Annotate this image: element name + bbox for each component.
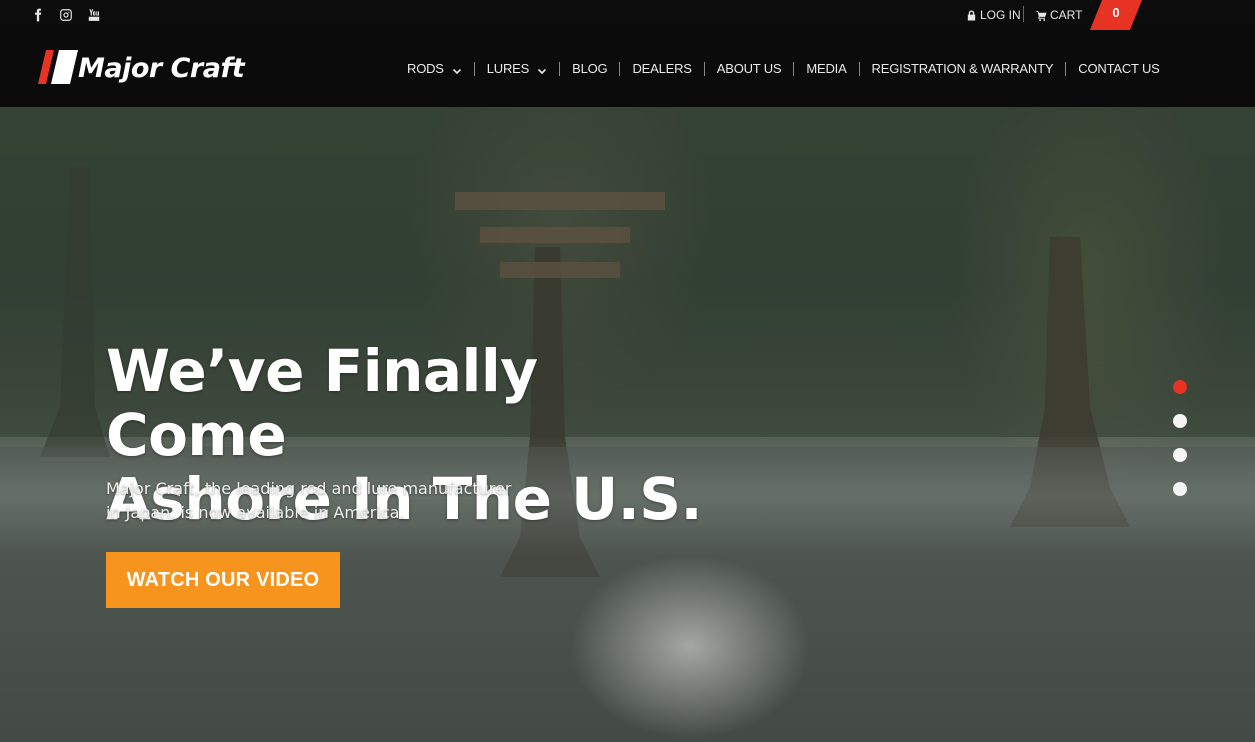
nav-item-lures[interactable]: LURES <box>487 59 547 79</box>
nav-item-label: REGISTRATION & WARRANTY <box>871 61 1054 76</box>
cart-count-value: 0 <box>1112 5 1120 20</box>
main-header: Major Craft RODS LURES BLOG DEALERS ABOU… <box>0 30 1255 107</box>
site-logo[interactable]: Major Craft <box>38 50 340 88</box>
slider-dot-4[interactable] <box>1173 482 1187 496</box>
nav-item-label: DEALERS <box>632 61 692 76</box>
nav-item-label: MEDIA <box>806 61 847 76</box>
cart-icon <box>1036 10 1047 21</box>
hero-slider: We’ve Finally Come Ashore In The U.S. Ma… <box>0 107 1255 742</box>
main-nav: RODS LURES BLOG DEALERS ABOUT US MEDIA R… <box>407 30 1160 107</box>
nav-item-label: RODS <box>407 61 444 76</box>
nav-item-label: LURES <box>486 61 530 76</box>
nav-item-label: CONTACT US <box>1078 61 1160 76</box>
slider-dot-2[interactable] <box>1173 414 1187 428</box>
nav-divider <box>1065 61 1067 76</box>
nav-item-contact-us[interactable]: CONTACT US <box>1078 59 1160 79</box>
nav-item-blog[interactable]: BLOG <box>572 59 608 79</box>
nav-divider <box>858 61 860 76</box>
nav-item-label: BLOG <box>572 61 608 76</box>
hero-title-line: We’ve Finally Come <box>106 337 538 469</box>
login-link[interactable]: LOG IN <box>966 0 1021 30</box>
instagram-icon[interactable] <box>58 7 74 23</box>
chevron-down-icon <box>452 64 462 74</box>
slider-pagination <box>1173 380 1187 496</box>
lock-icon <box>967 9 976 21</box>
login-label: LOG IN <box>980 8 1021 22</box>
hero-subtitle: Major Craft, the leading rod and lure ma… <box>106 477 526 525</box>
nav-item-about-us[interactable]: ABOUT US <box>717 59 782 79</box>
nav-item-label: ABOUT US <box>716 61 782 76</box>
nav-divider <box>703 61 705 76</box>
slider-dot-3[interactable] <box>1173 448 1187 462</box>
chevron-down-icon <box>537 64 547 74</box>
hero-subtitle-line: Major Craft, the leading rod and lure ma… <box>106 479 512 498</box>
watch-video-button[interactable]: WATCH OUR VIDEO <box>106 552 340 608</box>
social-links <box>30 0 102 30</box>
nav-divider <box>793 61 795 76</box>
nav-item-media[interactable]: MEDIA <box>806 59 846 79</box>
nav-item-rods[interactable]: RODS <box>407 59 462 79</box>
nav-item-registration-warranty[interactable]: REGISTRATION & WARRANTY <box>872 59 1054 79</box>
top-utility-bar: LOG IN CART 0 <box>0 0 1255 30</box>
cart-label: CART <box>1050 8 1083 22</box>
nav-divider <box>473 61 475 76</box>
slider-dot-1[interactable] <box>1173 380 1187 394</box>
logo-text: Major Craft <box>78 53 245 84</box>
nav-item-dealers[interactable]: DEALERS <box>632 59 691 79</box>
nav-divider <box>559 61 561 76</box>
cart-link[interactable]: CART <box>1036 0 1082 30</box>
hero-subtitle-line: in Japan, is now available in America. <box>106 503 405 522</box>
nav-divider <box>619 61 621 76</box>
facebook-icon[interactable] <box>30 7 46 23</box>
utility-divider <box>1023 6 1024 22</box>
cart-count-badge[interactable]: 0 <box>1090 0 1142 30</box>
youtube-icon[interactable] <box>86 7 102 23</box>
water-splash <box>560 547 820 742</box>
